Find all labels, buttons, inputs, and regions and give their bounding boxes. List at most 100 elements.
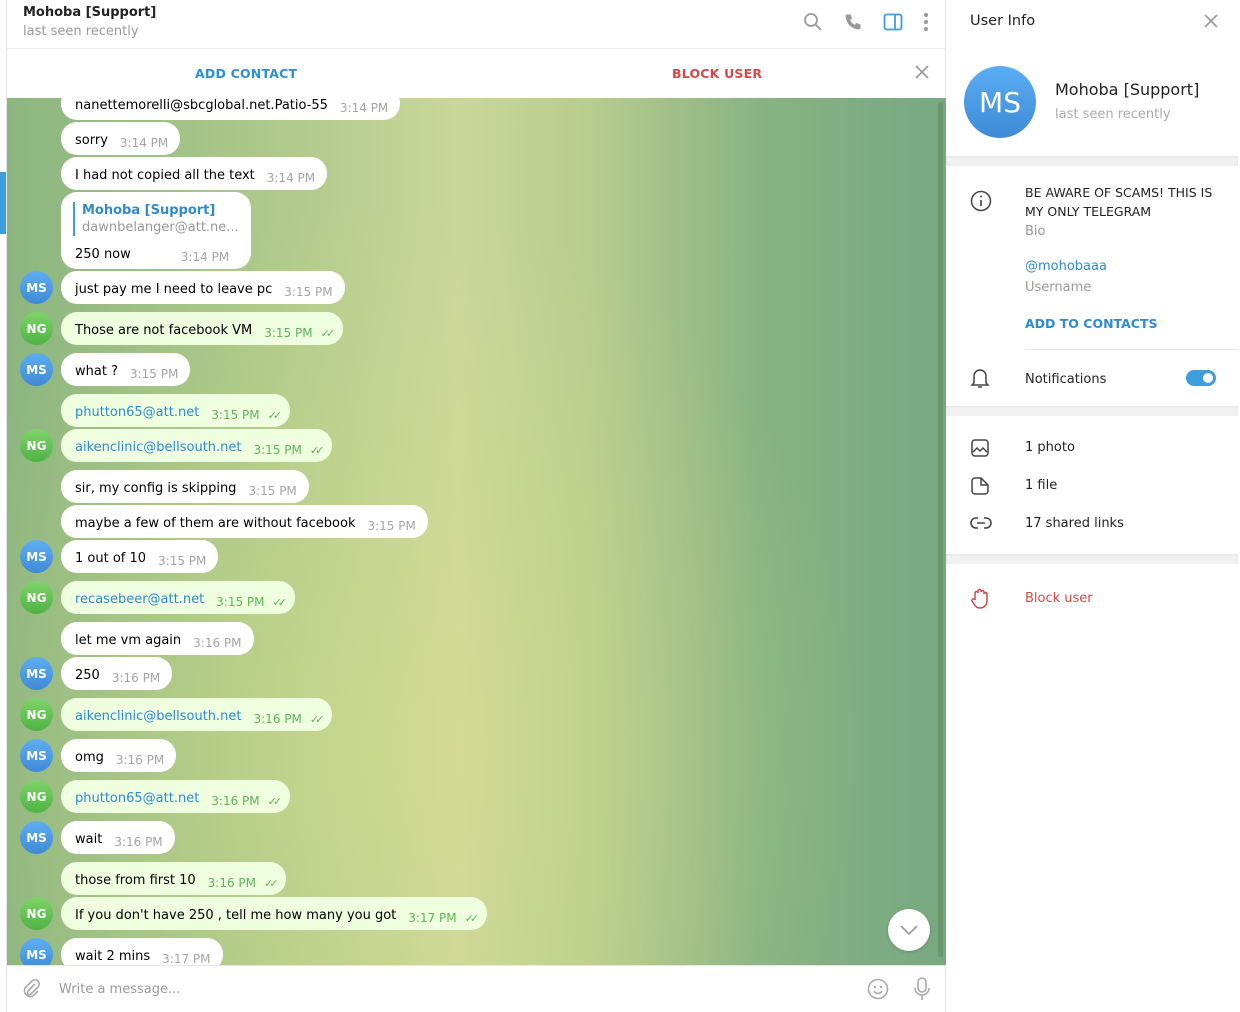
message-bubble[interactable]: nanettemorelli@sbcglobal.net.Patio-55 3:1…: [61, 98, 401, 120]
message-text: omg: [75, 750, 104, 765]
reply-text: dawnbelanger@att.ne...: [82, 220, 239, 235]
hand-stop-icon: [971, 588, 988, 609]
avatar[interactable]: NG: [20, 698, 53, 731]
message-text[interactable]: phutton65@att.net: [75, 790, 199, 807]
divider: [946, 406, 1238, 416]
message-bubble[interactable]: aikenclinic@bellsouth.net 3:15 PM ✓✓: [61, 429, 333, 462]
message-row: NG phutton65@att.net 3:16 PM ✓✓: [7, 780, 946, 813]
message-bubble[interactable]: phutton65@att.net 3:15 PM ✓✓: [61, 394, 291, 427]
phone-icon[interactable]: [843, 12, 863, 32]
message-bubble[interactable]: 1 out of 10 3:15 PM: [61, 540, 219, 573]
message-text: If you don't have 250 , tell me how many…: [75, 908, 397, 923]
message-bubble[interactable]: I had not copied all the text 3:14 PM: [61, 157, 328, 190]
scrollbar[interactable]: [938, 102, 943, 957]
profile-status: last seen recently: [1055, 107, 1171, 122]
notifications-toggle[interactable]: [1186, 370, 1216, 386]
bio-label: Bio: [1025, 224, 1046, 239]
active-indicator: [0, 172, 6, 234]
message-bubble[interactable]: If you don't have 250 , tell me how many…: [61, 897, 488, 930]
double-check-icon: ✓✓: [272, 596, 288, 609]
add-to-contacts-button[interactable]: ADD TO CONTACTS: [1025, 316, 1157, 331]
shared-photos[interactable]: 1 photo: [1025, 440, 1075, 455]
message-bubble[interactable]: aikenclinic@bellsouth.net 3:16 PM ✓✓: [61, 698, 333, 731]
scroll-down-button[interactable]: [888, 909, 930, 951]
message-time: 3:15 PM: [248, 484, 297, 498]
message-row: maybe a few of them are without facebook…: [7, 505, 946, 538]
reply-quote[interactable]: Mohoba [Support] dawnbelanger@att.ne...: [73, 202, 239, 236]
message-time: 3:14 PM: [339, 101, 389, 115]
message-text[interactable]: recasebeer@att.net: [75, 591, 204, 608]
block-user-button[interactable]: BLOCK USER: [672, 66, 762, 81]
message-bubble[interactable]: let me vm again 3:16 PM: [61, 622, 254, 655]
message-bubble[interactable]: sorry 3:14 PM: [61, 122, 181, 155]
close-icon[interactable]: [915, 65, 929, 79]
message-row: MS just pay me I need to leave pc 3:15 PM: [7, 271, 946, 304]
shared-files[interactable]: 1 file: [1025, 478, 1057, 493]
avatar[interactable]: MS: [20, 271, 53, 304]
message-text[interactable]: phutton65@att.net: [75, 404, 199, 421]
avatar[interactable]: MS: [20, 540, 53, 573]
add-contact-button[interactable]: ADD CONTACT: [195, 66, 297, 81]
user-info-panel: User Info MS Mohoba [Support] last seen …: [946, 0, 1238, 1012]
message-text[interactable]: aikenclinic@bellsouth.net: [75, 439, 242, 456]
avatar[interactable]: MS: [20, 739, 53, 772]
message-text[interactable]: aikenclinic@bellsouth.net: [75, 708, 242, 725]
avatar[interactable]: NG: [20, 312, 53, 345]
chat-header[interactable]: Mohoba [Support] last seen recently: [7, 0, 945, 49]
message-text: 250 now: [75, 247, 131, 262]
message-list[interactable]: nanettemorelli@sbcglobal.net.Patio-55 3:1…: [7, 98, 946, 965]
divider: [946, 156, 1238, 166]
sidebar-toggle-icon[interactable]: [883, 12, 903, 32]
message-input[interactable]: Write a message...: [59, 982, 180, 997]
emoji-icon[interactable]: [867, 978, 889, 1000]
message-time: 3:16 PM: [114, 835, 163, 849]
message-bubble[interactable]: just pay me I need to leave pc 3:15 PM: [61, 271, 345, 304]
message-time: 3:16 PM: [211, 794, 260, 808]
photo-icon: [971, 439, 989, 457]
avatar[interactable]: MS: [20, 353, 53, 386]
message-time: 3:16 PM: [207, 876, 257, 890]
message-bubble[interactable]: recasebeer@att.net 3:15 PM ✓✓: [61, 581, 295, 614]
message-bubble[interactable]: omg 3:16 PM: [61, 739, 177, 772]
attach-icon[interactable]: [21, 978, 41, 1000]
avatar[interactable]: MS: [20, 938, 53, 965]
block-user-button[interactable]: Block user: [1025, 591, 1093, 606]
message-time: 3:16 PM: [253, 712, 302, 726]
avatar[interactable]: MS: [20, 821, 53, 854]
microphone-icon[interactable]: [913, 977, 931, 1001]
message-bubble[interactable]: wait 3:16 PM: [61, 821, 175, 854]
avatar[interactable]: MS: [20, 657, 53, 690]
message-row: MS omg 3:16 PM: [7, 739, 946, 772]
message-bubble[interactable]: maybe a few of them are without facebook…: [61, 505, 428, 538]
search-icon[interactable]: [803, 12, 823, 32]
message-row: phutton65@att.net 3:15 PM ✓✓: [7, 394, 946, 427]
message-bubble[interactable]: Mohoba [Support] dawnbelanger@att.ne... 25…: [61, 192, 251, 269]
username-link[interactable]: @mohobaaa: [1025, 259, 1107, 274]
message-bubble[interactable]: phutton65@att.net 3:16 PM ✓✓: [61, 780, 291, 813]
message-bubble[interactable]: 250 3:16 PM: [61, 657, 173, 690]
more-vertical-icon[interactable]: [923, 12, 929, 32]
message-text: wait: [75, 832, 103, 847]
message-bubble[interactable]: what ? 3:15 PM: [61, 353, 191, 386]
file-icon: [971, 477, 989, 495]
avatar[interactable]: MS: [964, 66, 1036, 138]
message-row: NG aikenclinic@bellsouth.net 3:15 PM ✓✓: [7, 429, 946, 462]
message-text: 250: [75, 668, 100, 683]
message-row: MS wait 2 mins 3:17 PM: [7, 938, 946, 965]
avatar[interactable]: NG: [20, 581, 53, 614]
message-bubble[interactable]: Those are not facebook VM 3:15 PM ✓✓: [61, 312, 344, 345]
message-time: 3:15 PM: [264, 326, 313, 340]
notifications-label: Notifications: [1025, 372, 1107, 387]
message-text: 1 out of 10: [75, 551, 147, 566]
shared-links[interactable]: 17 shared links: [1025, 516, 1124, 531]
avatar[interactable]: NG: [20, 780, 53, 813]
close-icon[interactable]: [1204, 14, 1218, 28]
message-bubble[interactable]: wait 2 mins 3:17 PM: [61, 938, 223, 965]
message-time: 3:17 PM: [162, 952, 211, 965]
avatar[interactable]: NG: [20, 897, 53, 930]
avatar[interactable]: NG: [20, 429, 53, 462]
message-time: 3:14 PM: [119, 136, 169, 150]
message-bubble[interactable]: sir, my config is skipping 3:15 PM: [61, 470, 309, 503]
reply-author: Mohoba [Support]: [82, 203, 216, 218]
message-bubble[interactable]: those from first 10 3:16 PM ✓✓: [61, 862, 287, 895]
